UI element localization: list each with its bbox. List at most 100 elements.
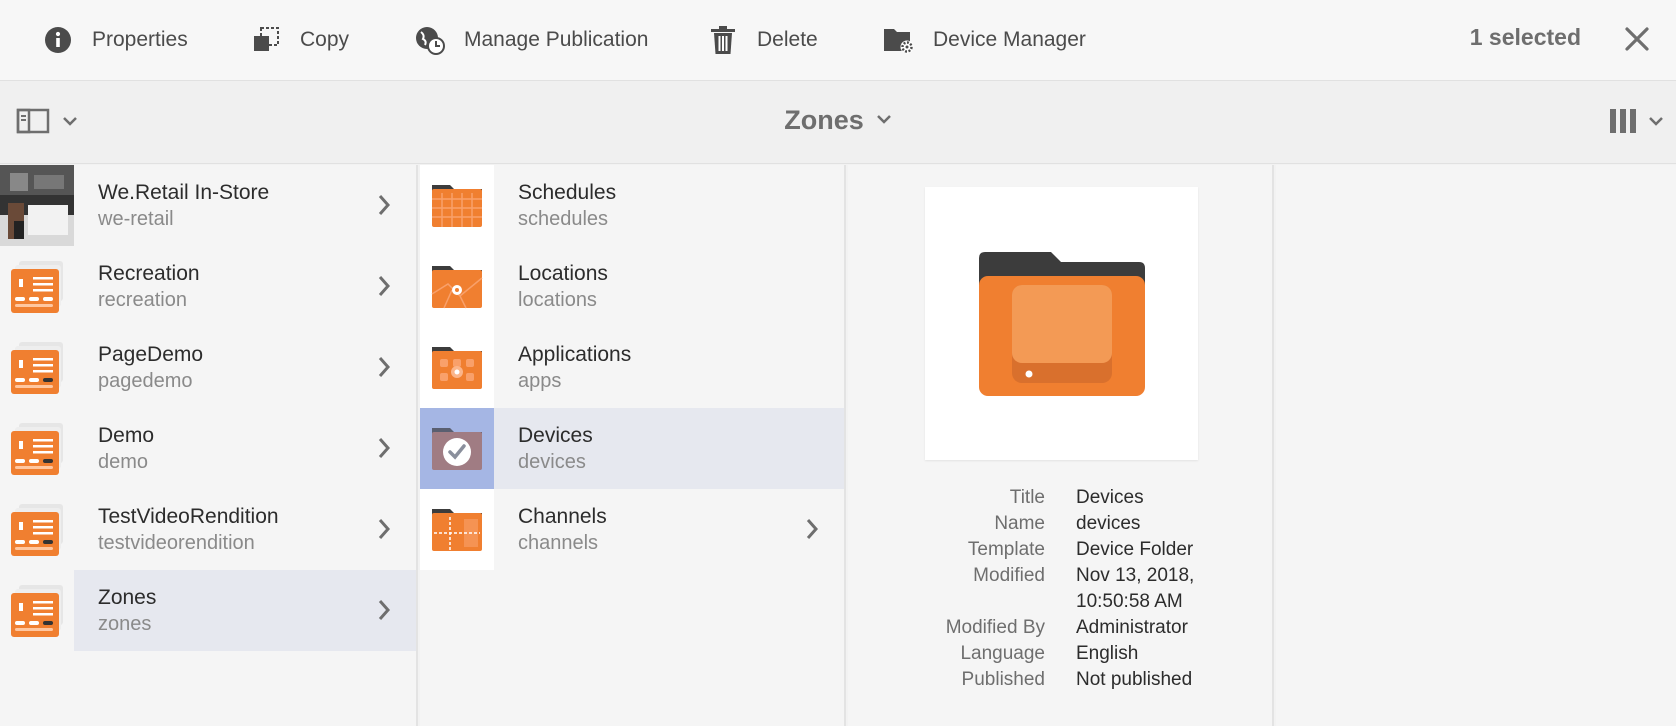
rail-toggle-button[interactable]: [16, 107, 78, 135]
published-value: Not published: [1076, 669, 1193, 690]
item-name: schedules: [518, 207, 609, 230]
item-name: recreation: [98, 288, 187, 311]
chevron-right-icon: [378, 357, 391, 377]
title-label: Title: [1009, 487, 1045, 508]
list-item[interactable]: Applications apps: [420, 327, 844, 408]
chevron-down-icon: [1649, 117, 1663, 126]
manage-publication-label: Manage Publication: [464, 28, 649, 51]
device-manager-button[interactable]: Device Manager: [883, 0, 1086, 81]
channels-folder-icon: [420, 489, 494, 570]
chevron-right-icon: [806, 519, 819, 539]
folder-gear-icon: [883, 24, 915, 56]
item-name: zones: [98, 612, 152, 635]
list-item[interactable]: Recreation recreation: [0, 246, 416, 327]
applications-folder-icon: [420, 327, 494, 408]
delete-label: Delete: [757, 28, 818, 51]
item-title: Locations: [518, 261, 608, 285]
delete-button[interactable]: Delete: [707, 0, 818, 81]
item-name: demo: [98, 450, 149, 473]
copy-label: Copy: [300, 28, 350, 51]
schedules-folder-icon: [420, 165, 494, 246]
properties-list: Title Devices Name devices Template Device …: [848, 485, 1274, 693]
item-title: Devices: [518, 423, 593, 447]
list-item[interactable]: Channels channels: [420, 489, 844, 570]
chevron-right-icon: [378, 195, 391, 215]
column-zones: Schedules schedules Locations locations …: [420, 165, 846, 726]
item-name: testvideorendition: [98, 531, 255, 554]
template-label: Template: [967, 539, 1045, 560]
project-icon: [0, 570, 74, 651]
info-icon: [42, 24, 74, 56]
modified-value: Nov 13, 2018, 10:50:58 AM: [1076, 565, 1195, 612]
modified-label: Modified: [973, 565, 1045, 586]
item-title: Demo: [98, 423, 155, 447]
item-name: pagedemo: [98, 369, 193, 392]
project-icon: [0, 489, 74, 570]
item-name: channels: [518, 531, 599, 554]
list-item[interactable]: We.Retail In-Store we-retail: [0, 165, 416, 246]
manage-publication-button[interactable]: Manage Publication: [414, 0, 648, 81]
page-title: Zones: [784, 105, 864, 135]
column-projects: We.Retail In-Store we-retail Recreation …: [0, 165, 418, 726]
item-title: TestVideoRendition: [98, 504, 279, 528]
chevron-down-icon: [63, 117, 77, 126]
item-name: devices: [518, 450, 586, 473]
we-retail-thumbnail: [0, 165, 74, 246]
item-title: PageDemo: [98, 342, 204, 366]
list-item-active[interactable]: Zones zones: [0, 570, 416, 651]
item-name: locations: [518, 288, 597, 311]
item-name: we-retail: [98, 207, 174, 230]
item-title: Recreation: [98, 261, 200, 285]
trash-icon: [707, 24, 739, 56]
item-title: Applications: [518, 342, 632, 366]
view-switcher-button[interactable]: [1608, 107, 1664, 135]
device-manager-label: Device Manager: [933, 28, 1086, 51]
chevron-right-icon: [378, 276, 391, 296]
close-icon: [1625, 27, 1649, 51]
title-value: Devices: [1076, 487, 1144, 508]
template-value: Device Folder: [1076, 539, 1194, 560]
chevron-down-icon: [876, 114, 891, 124]
project-icon: [0, 246, 74, 327]
name-value: devices: [1076, 513, 1141, 534]
column-view-icon: [1610, 109, 1636, 133]
list-item[interactable]: Locations locations: [420, 246, 844, 327]
published-label: Published: [961, 669, 1045, 690]
modified-by-label: Modified By: [945, 617, 1045, 638]
language-value: English: [1076, 643, 1139, 664]
item-title: Zones: [98, 585, 157, 609]
device-folder-icon: [978, 251, 1145, 396]
chevron-right-icon: [378, 519, 391, 539]
project-icon: [0, 327, 74, 408]
empty-column: [1276, 165, 1676, 726]
list-item[interactable]: TestVideoRendition testvideorendition: [0, 489, 416, 570]
rail-icon: [16, 108, 50, 134]
item-title: Schedules: [518, 180, 617, 204]
action-bar: Properties Copy Manage Publication Delet…: [0, 0, 1676, 81]
selection-count: 1 selected: [1469, 24, 1581, 50]
properties-label: Properties: [92, 28, 188, 51]
item-title: Channels: [518, 504, 607, 528]
title-dropdown-button[interactable]: [876, 112, 892, 130]
copy-button[interactable]: Copy: [250, 0, 349, 81]
preview-panel: Title Devices Name devices Template Device …: [848, 165, 1274, 726]
properties-button[interactable]: Properties: [42, 0, 188, 81]
language-label: Language: [960, 643, 1045, 664]
list-item[interactable]: Demo demo: [0, 408, 416, 489]
devices-folder-icon: [420, 408, 494, 489]
locations-folder-icon: [420, 246, 494, 327]
name-label: Name: [994, 513, 1045, 534]
header-bar: Zones: [0, 81, 1676, 164]
modified-by-value: Administrator: [1076, 617, 1188, 638]
close-selection-button[interactable]: [1622, 24, 1652, 54]
chevron-right-icon: [378, 438, 391, 458]
list-item[interactable]: Schedules schedules: [420, 165, 844, 246]
item-title: We.Retail In-Store: [98, 180, 270, 204]
list-item[interactable]: PageDemo pagedemo: [0, 327, 416, 408]
list-item-selected[interactable]: Devices devices: [420, 408, 844, 489]
copy-icon: [250, 24, 282, 56]
chevron-right-icon: [378, 600, 391, 620]
item-name: apps: [518, 369, 562, 392]
project-icon: [0, 408, 74, 489]
preview-card: [925, 187, 1198, 460]
